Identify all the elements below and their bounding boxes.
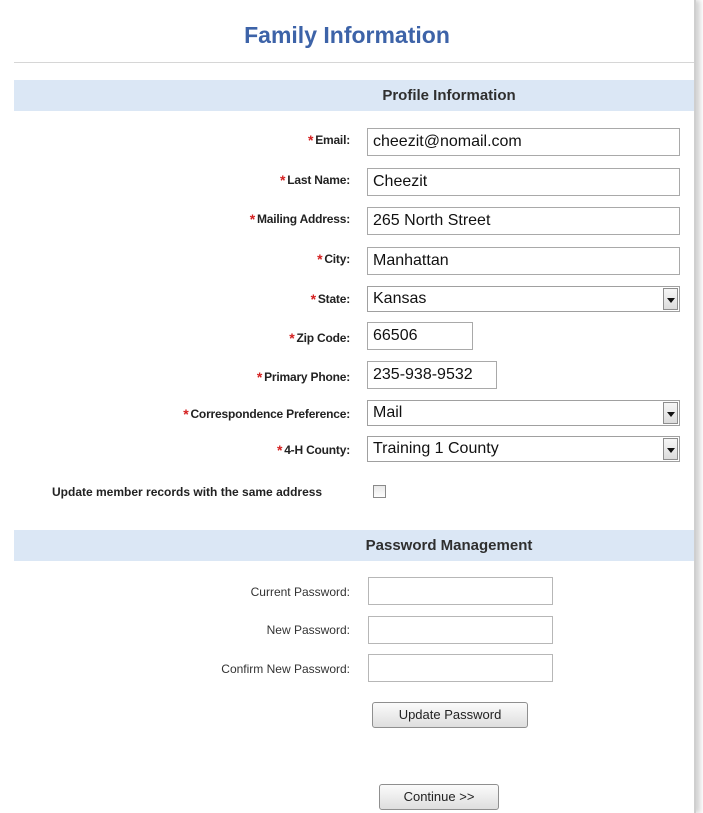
email-field[interactable]: cheezit@nomail.com bbox=[367, 128, 680, 156]
city-label: * City: bbox=[317, 251, 350, 267]
current-password-label: Current Password: bbox=[250, 585, 350, 599]
password-section-header: Password Management bbox=[14, 530, 694, 561]
county-label: * 4-H County: bbox=[276, 442, 350, 458]
county-selected-value: Training 1 County bbox=[373, 440, 499, 457]
update-password-button[interactable]: Update Password bbox=[372, 702, 528, 728]
zip-code-label: * Zip Code: bbox=[289, 330, 350, 346]
page-title: Family Information bbox=[244, 22, 450, 48]
required-marker: * bbox=[280, 172, 286, 188]
chevron-down-icon[interactable] bbox=[663, 288, 678, 310]
state-select[interactable]: Kansas bbox=[367, 286, 680, 312]
mailing-address-label: * Mailing Address: bbox=[249, 211, 350, 227]
state-selected-value: Kansas bbox=[373, 290, 427, 307]
last-name-field[interactable]: Cheezit bbox=[367, 168, 680, 196]
required-marker: * bbox=[317, 251, 323, 267]
new-password-label: New Password: bbox=[266, 623, 350, 637]
primary-phone-field[interactable]: 235-938-9532 bbox=[367, 361, 497, 389]
family-info-panel: Family Information Profile Information *… bbox=[0, 0, 696, 813]
mailing-address-field[interactable]: 265 North Street bbox=[367, 207, 680, 235]
correspondence-select[interactable]: Mail bbox=[367, 400, 680, 426]
title-divider bbox=[14, 62, 694, 63]
required-marker: * bbox=[289, 330, 295, 346]
email-label: * Email: bbox=[307, 132, 350, 148]
current-password-field[interactable] bbox=[368, 577, 553, 605]
confirm-password-label: Confirm New Password: bbox=[221, 662, 350, 676]
required-marker: * bbox=[310, 291, 316, 307]
required-marker: * bbox=[256, 369, 263, 385]
profile-section-header: Profile Information bbox=[14, 80, 694, 111]
required-marker: * bbox=[307, 132, 314, 148]
city-field[interactable]: Manhattan bbox=[367, 247, 680, 275]
state-label: * State: bbox=[310, 291, 351, 307]
continue-button[interactable]: Continue >> bbox=[379, 784, 499, 810]
new-password-field[interactable] bbox=[368, 616, 553, 644]
chevron-down-icon[interactable] bbox=[663, 402, 678, 424]
update-records-checkbox[interactable] bbox=[373, 485, 386, 498]
required-marker: * bbox=[276, 442, 283, 458]
correspondence-label: * Correspondence Preference: bbox=[183, 406, 350, 422]
county-select[interactable]: Training 1 County bbox=[367, 436, 680, 462]
chevron-down-icon[interactable] bbox=[663, 438, 678, 460]
primary-phone-label: * Primary Phone: bbox=[256, 369, 350, 385]
zip-code-field[interactable]: 66506 bbox=[367, 322, 473, 350]
correspondence-selected-value: Mail bbox=[373, 404, 403, 421]
last-name-label: * Last Name: bbox=[280, 172, 350, 188]
required-marker: * bbox=[183, 406, 189, 422]
confirm-password-field[interactable] bbox=[368, 654, 553, 682]
required-marker: * bbox=[249, 211, 255, 227]
update-records-label: Update member records with the same addr… bbox=[52, 485, 323, 499]
